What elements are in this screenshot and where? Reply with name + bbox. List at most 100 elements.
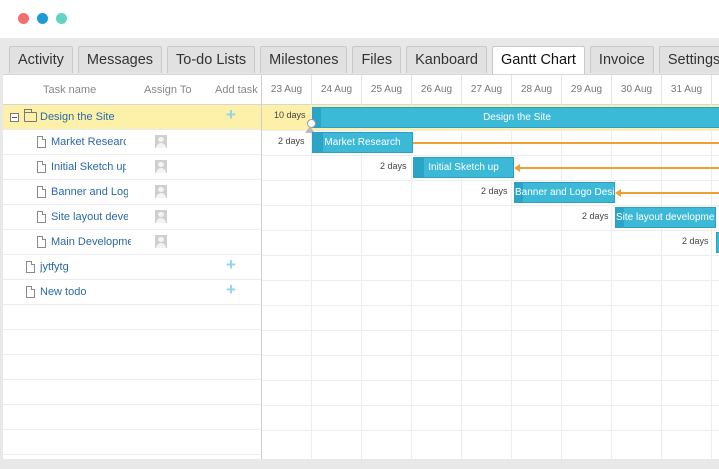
task-row-site-layout[interactable]: Site layout develop bbox=[3, 205, 261, 230]
tab-activity[interactable]: Activity bbox=[9, 46, 73, 73]
empty-row bbox=[3, 305, 261, 330]
row-line bbox=[262, 355, 719, 356]
tab-files[interactable]: Files bbox=[352, 46, 402, 73]
task-row-market-research[interactable]: Market Research bbox=[3, 130, 261, 155]
bar-label: Initial Sketch up bbox=[428, 162, 499, 173]
gantt-bar-banner-and-logo-design[interactable]: Banner and Logo Design bbox=[514, 182, 615, 203]
assignee-avatar-icon[interactable] bbox=[155, 135, 167, 148]
task-name[interactable]: jytfytg bbox=[40, 261, 69, 273]
row-line bbox=[262, 155, 719, 156]
day-label: 28 Aug bbox=[512, 75, 562, 105]
tab-bar: Activity Messages To-do Lists Milestones… bbox=[9, 46, 719, 75]
row-line bbox=[262, 130, 719, 131]
tab-milestones[interactable]: Milestones bbox=[260, 46, 348, 73]
tab-messages[interactable]: Messages bbox=[77, 46, 163, 73]
add-subtask-icon[interactable]: + bbox=[226, 281, 236, 298]
row-line bbox=[262, 280, 719, 281]
task-name[interactable]: Market Research bbox=[51, 136, 126, 148]
file-icon bbox=[37, 136, 46, 148]
grid-header: Task name Assign To Add task bbox=[3, 75, 261, 105]
add-subtask-icon[interactable]: + bbox=[226, 106, 236, 123]
task-row-jytfytg[interactable]: jytfytg + bbox=[3, 255, 261, 280]
file-icon bbox=[26, 261, 35, 273]
assignee-avatar-icon[interactable] bbox=[155, 210, 167, 223]
timeline-header: 23 Aug 24 Aug 25 Aug 26 Aug 27 Aug 28 Au… bbox=[262, 75, 719, 105]
empty-row bbox=[3, 430, 261, 455]
empty-row bbox=[3, 405, 261, 430]
gantt-bar-design-the-site[interactable]: Design the Site bbox=[312, 107, 719, 128]
file-icon bbox=[26, 286, 35, 298]
tab-settings[interactable]: Settings bbox=[658, 46, 719, 73]
gantt-bar-site-layout-development[interactable]: Site layout development bbox=[615, 207, 716, 228]
day-label: 26 Aug bbox=[412, 75, 462, 105]
task-name[interactable]: Main Development bbox=[51, 236, 131, 248]
panel-bottom-edge bbox=[0, 459, 719, 469]
assignee-avatar-icon[interactable] bbox=[155, 160, 167, 173]
tab-todo-lists[interactable]: To-do Lists bbox=[167, 46, 256, 73]
column-assign-to[interactable]: Assign To bbox=[144, 84, 192, 96]
bar-label: Design the Site bbox=[483, 112, 551, 123]
column-add-task: Add task bbox=[215, 84, 258, 96]
column-task-name[interactable]: Task name bbox=[43, 84, 96, 96]
task-name[interactable]: Design the Site bbox=[40, 111, 115, 123]
row-line bbox=[262, 405, 719, 406]
tab-invoice[interactable]: Invoice bbox=[589, 46, 654, 73]
empty-row bbox=[3, 355, 261, 380]
gantt-bar-initial-sketch-up[interactable]: Initial Sketch up bbox=[413, 157, 514, 178]
row-line bbox=[262, 205, 719, 206]
bar-label: Site layout development bbox=[616, 212, 716, 223]
row-line bbox=[262, 180, 719, 181]
file-icon bbox=[37, 161, 46, 173]
day-label: 29 Aug bbox=[562, 75, 612, 105]
add-subtask-icon[interactable]: + bbox=[226, 256, 236, 273]
task-grid: Task name Assign To Add task Design the … bbox=[3, 75, 262, 459]
duration-label: 10 days bbox=[274, 110, 306, 120]
row-line bbox=[262, 255, 719, 256]
progress-fill bbox=[414, 158, 424, 177]
file-icon bbox=[37, 236, 46, 248]
row-line bbox=[262, 430, 719, 431]
tab-kanboard[interactable]: Kanboard bbox=[406, 46, 487, 73]
day-label: 27 Aug bbox=[462, 75, 512, 105]
file-icon bbox=[37, 211, 46, 223]
task-row-new-todo[interactable]: New todo + bbox=[3, 280, 261, 305]
day-label: 23 Aug bbox=[262, 75, 312, 105]
duration-label: 2 days bbox=[481, 186, 508, 196]
task-name[interactable]: New todo bbox=[40, 286, 86, 298]
day-label: 24 Aug bbox=[312, 75, 362, 105]
window-titlebar bbox=[0, 0, 719, 38]
close-window-button[interactable] bbox=[18, 13, 29, 24]
day-label: 30 Aug bbox=[612, 75, 662, 105]
row-line bbox=[262, 230, 719, 231]
row-line bbox=[262, 330, 719, 331]
task-row-initial-sketch-up[interactable]: Initial Sketch up bbox=[3, 155, 261, 180]
gantt-timeline: 23 Aug 24 Aug 25 Aug 26 Aug 27 Aug 28 Au… bbox=[262, 75, 719, 459]
task-row-banner-and-logo[interactable]: Banner and Logo D bbox=[3, 180, 261, 205]
link-arrow-icon bbox=[615, 189, 621, 197]
dependency-link bbox=[413, 142, 719, 144]
gantt-bar-market-research[interactable]: Market Research bbox=[312, 132, 413, 153]
bar-label: Market Research bbox=[324, 137, 401, 148]
duration-label: 2 days bbox=[380, 161, 407, 171]
assignee-avatar-icon[interactable] bbox=[155, 235, 167, 248]
empty-row bbox=[3, 380, 261, 405]
collapse-toggle-icon[interactable] bbox=[10, 113, 19, 122]
tab-gantt-chart[interactable]: Gantt Chart bbox=[491, 46, 585, 75]
row-line bbox=[262, 380, 719, 381]
day-label: 31 Aug bbox=[662, 75, 712, 105]
task-name[interactable]: Site layout develop bbox=[51, 211, 128, 223]
row-line bbox=[262, 305, 719, 306]
bar-label: Banner and Logo Design bbox=[515, 187, 615, 198]
task-name[interactable]: Banner and Logo D bbox=[51, 186, 128, 198]
assignee-avatar-icon[interactable] bbox=[155, 185, 167, 198]
duration-label: 2 days bbox=[278, 136, 305, 146]
task-row-design-the-site[interactable]: Design the Site + bbox=[3, 105, 261, 130]
gantt-panel: Task name Assign To Add task Design the … bbox=[3, 74, 719, 459]
maximize-window-button[interactable] bbox=[56, 13, 67, 24]
day-label: 25 Aug bbox=[362, 75, 412, 105]
dependency-link bbox=[520, 167, 719, 169]
task-row-main-development[interactable]: Main Development bbox=[3, 230, 261, 255]
empty-row bbox=[3, 330, 261, 355]
minimize-window-button[interactable] bbox=[37, 13, 48, 24]
task-name[interactable]: Initial Sketch up bbox=[51, 161, 126, 173]
